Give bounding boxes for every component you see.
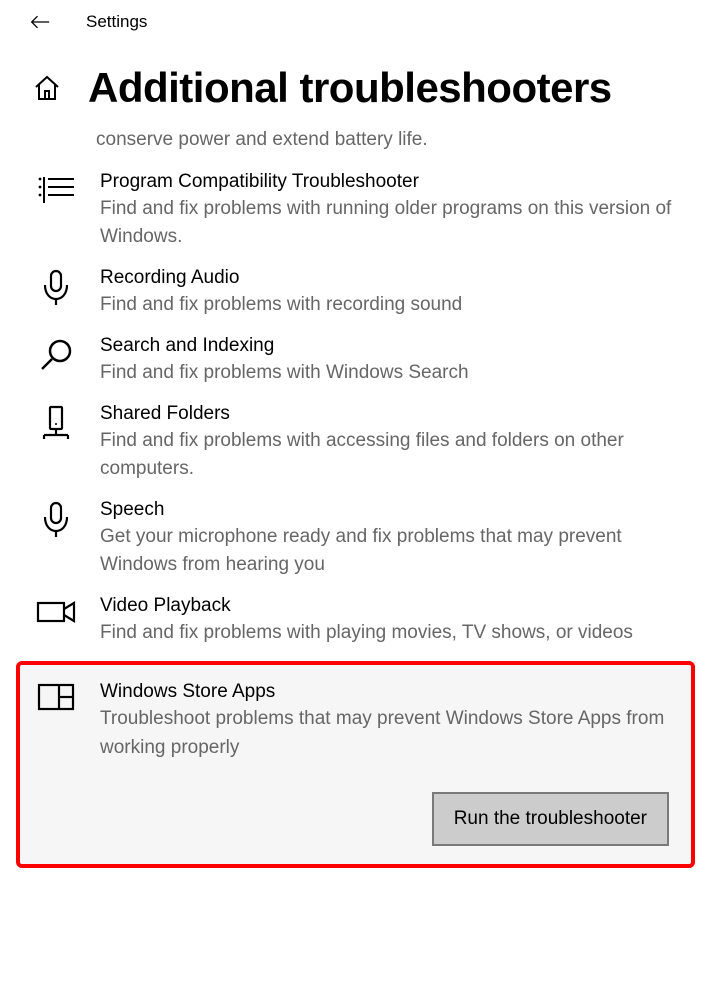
troubleshooter-item-shared-folders[interactable]: Shared Folders Find and fix problems wit… xyxy=(36,387,703,483)
window-title: Settings xyxy=(86,12,147,32)
item-desc: Find and fix problems with accessing fil… xyxy=(100,427,690,483)
troubleshooter-item-search[interactable]: Search and Indexing Find and fix problem… xyxy=(36,319,703,387)
mic-icon xyxy=(36,267,76,307)
run-troubleshooter-button[interactable]: Run the troubleshooter xyxy=(432,792,669,846)
shared-folders-icon xyxy=(36,403,76,443)
item-desc: Get your microphone ready and fix proble… xyxy=(100,523,690,579)
item-desc: Find and fix problems with Windows Searc… xyxy=(100,359,690,387)
item-title: Program Compatibility Troubleshooter xyxy=(100,171,690,193)
item-title: Speech xyxy=(100,499,690,521)
compat-icon xyxy=(36,171,76,211)
search-icon xyxy=(36,335,76,375)
cutoff-item-desc: Find and fix problems with your computer… xyxy=(96,108,686,155)
troubleshooter-item-store-apps-selected[interactable]: Windows Store Apps Troubleshoot problems… xyxy=(16,661,695,867)
content-area: Find and fix problems with your computer… xyxy=(0,108,723,868)
page-header: Additional troubleshooters xyxy=(0,40,723,112)
troubleshooter-item-compat[interactable]: Program Compatibility Troubleshooter Fin… xyxy=(36,155,703,251)
store-apps-icon xyxy=(36,681,76,721)
item-title: Recording Audio xyxy=(100,267,690,289)
mic-icon xyxy=(36,499,76,539)
back-button[interactable] xyxy=(30,12,50,32)
item-title: Video Playback xyxy=(100,595,690,617)
troubleshooter-item-video[interactable]: Video Playback Find and fix problems wit… xyxy=(36,579,703,647)
page-title: Additional troubleshooters xyxy=(88,64,612,112)
item-desc: Troubleshoot problems that may prevent W… xyxy=(100,705,671,761)
item-desc: Find and fix problems with running older… xyxy=(100,195,690,251)
item-desc: Find and fix problems with recording sou… xyxy=(100,291,690,319)
troubleshooter-item-recording[interactable]: Recording Audio Find and fix problems wi… xyxy=(36,251,703,319)
home-button[interactable] xyxy=(32,73,62,103)
video-icon xyxy=(36,595,76,635)
troubleshooter-item-speech[interactable]: Speech Get your microphone ready and fix… xyxy=(36,483,703,579)
item-title: Search and Indexing xyxy=(100,335,690,357)
item-desc: Find and fix problems with playing movie… xyxy=(100,619,690,647)
item-title: Shared Folders xyxy=(100,403,690,425)
item-title: Windows Store Apps xyxy=(100,681,671,703)
top-bar: Settings xyxy=(0,0,723,40)
